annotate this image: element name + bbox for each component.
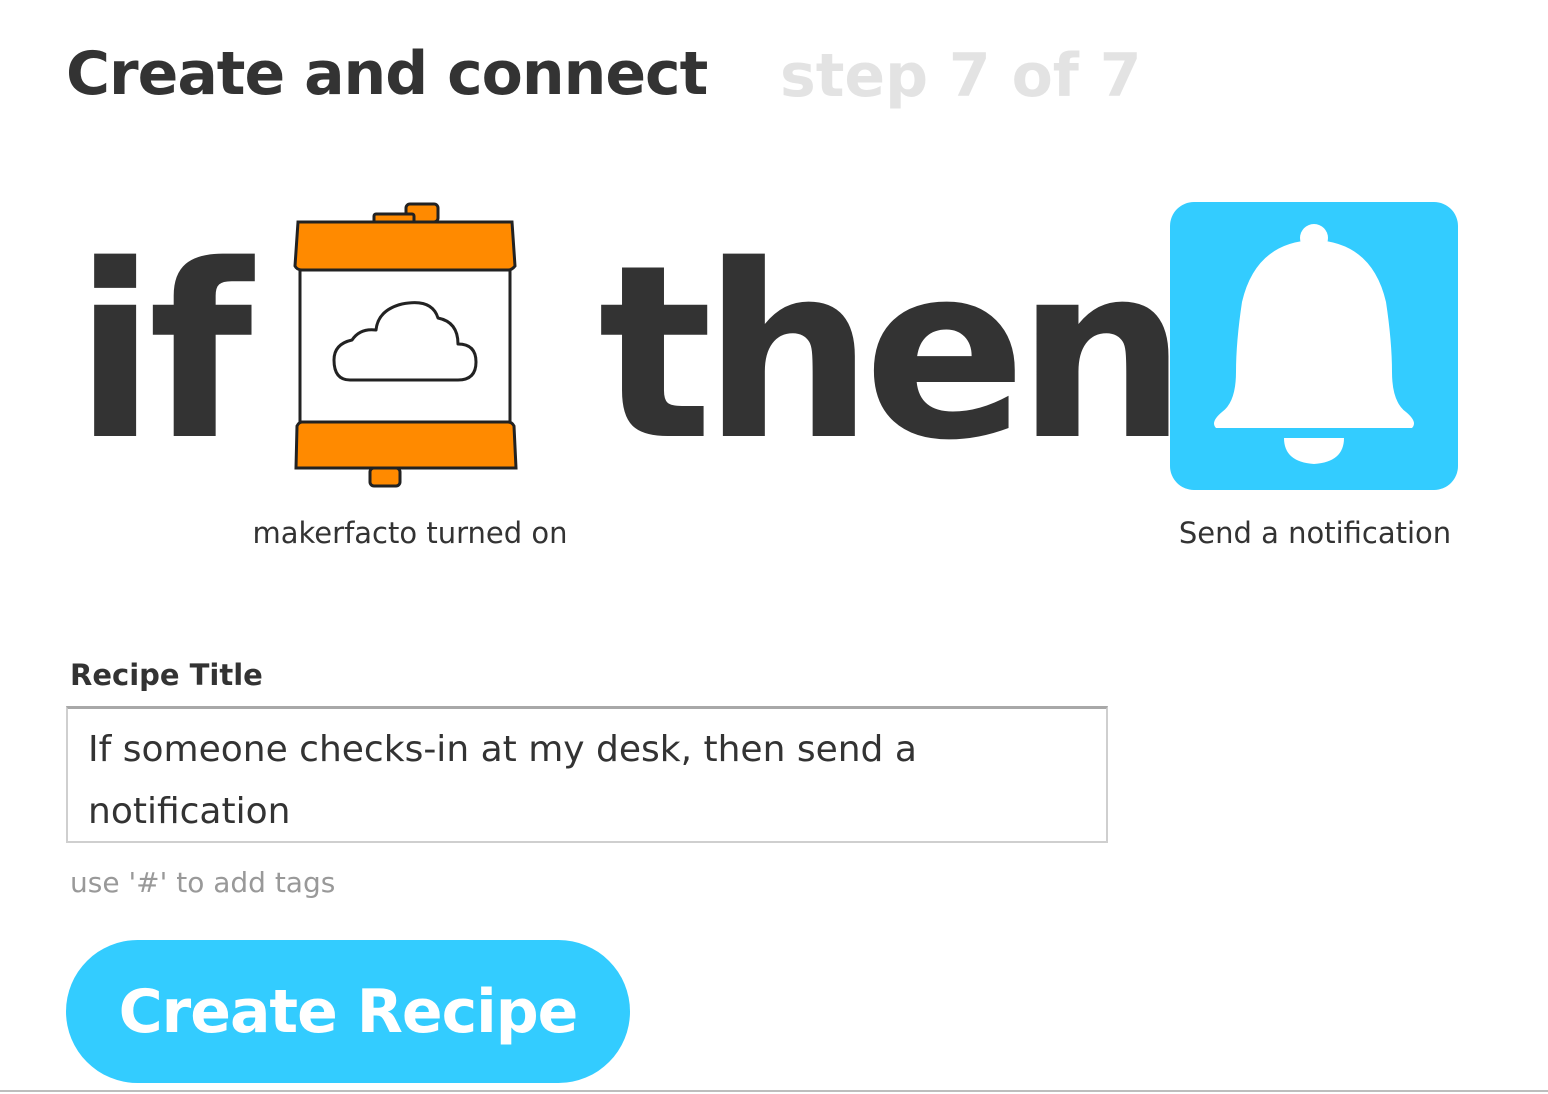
recipe-title-label: Recipe Title (70, 658, 263, 692)
bell-icon[interactable] (1170, 202, 1458, 490)
action-label: Send a notification (1178, 516, 1452, 550)
bottom-divider (0, 1090, 1548, 1092)
littlebits-cloud-module-icon[interactable] (290, 200, 522, 492)
then-word: then (598, 213, 1187, 493)
trigger-label: makerfacto turned on (252, 516, 568, 550)
step-indicator: step 7 of 7 (780, 41, 1142, 111)
recipe-title-input[interactable]: If someone checks-in at my desk, then se… (66, 706, 1108, 843)
create-recipe-button[interactable]: Create Recipe (66, 940, 630, 1083)
if-word: if (74, 213, 253, 493)
page-title: Create and connect (66, 39, 708, 109)
tag-hint: use '#' to add tags (70, 866, 336, 899)
